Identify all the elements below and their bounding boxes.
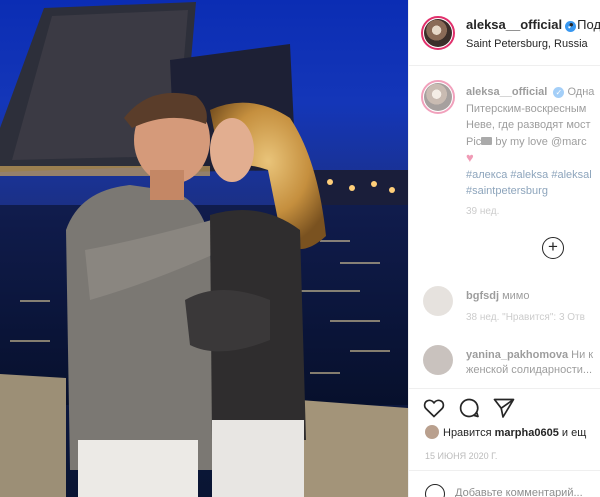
post-actions xyxy=(409,388,600,424)
comment-meta[interactable]: 38 нед. "Нравится": 3 Отв xyxy=(466,312,585,323)
post-photo[interactable] xyxy=(0,0,408,497)
send-icon[interactable] xyxy=(492,396,516,420)
comment-text: Ни к xyxy=(571,349,594,361)
liker-avatar xyxy=(425,425,439,439)
heart-icon[interactable] xyxy=(422,396,446,420)
caption-line-2: Питерским-воскресным xyxy=(466,102,587,115)
comment-username-text[interactable]: bgfsdj xyxy=(466,290,499,302)
comment-avatar[interactable] xyxy=(423,345,453,375)
heart-emoji-icon: ♥ xyxy=(466,150,474,165)
post-date[interactable]: 15 ИЮНЯ 2020 Г. xyxy=(425,451,497,461)
post-location[interactable]: Saint Petersburg, Russia xyxy=(466,38,588,50)
photo-scene xyxy=(0,0,408,497)
author-avatar[interactable] xyxy=(421,16,455,50)
likes-prefix: Нравится xyxy=(443,427,495,439)
caption-time[interactable]: 39 нед. xyxy=(466,206,499,217)
caption-hashtags-1[interactable]: #алекса #aleksa #aleksal xyxy=(466,167,600,184)
post-side-panel: aleksa__official ✓ • Под Saint Petersburg… xyxy=(408,0,600,497)
add-comment-input[interactable]: Добавьте комментарий... xyxy=(455,487,583,497)
follow-button[interactable]: • Под xyxy=(569,17,600,32)
add-comment-bar: Добавьте комментарий... xyxy=(409,470,600,497)
author-username-text[interactable]: aleksa__official xyxy=(466,17,562,32)
likes-summary[interactable]: Нравится marpha0605 и ещ xyxy=(425,425,586,439)
comment-username[interactable]: bgfsdj мимо xyxy=(466,290,529,302)
plus-circle-icon[interactable]: + xyxy=(542,237,564,259)
emoji-icon[interactable] xyxy=(425,484,445,497)
caption-line-4-prefix: Pic xyxy=(466,135,482,148)
comment-username-text[interactable]: yanina_pakhomova xyxy=(466,349,568,361)
caption-username[interactable]: aleksa__official xyxy=(466,86,547,98)
caption-line-3: Неве, где разводят мост xyxy=(466,119,591,131)
caption-line-1: Одна xyxy=(567,86,595,98)
comment-icon[interactable] xyxy=(457,396,481,420)
caption-text: aleksa__official ✓ Одна Питерским-воскре… xyxy=(466,84,600,200)
verified-badge-icon: ✓ xyxy=(553,87,565,98)
author-username[interactable]: aleksa__official ✓ xyxy=(466,17,577,32)
comment-text: мимо xyxy=(502,290,530,302)
post-header: aleksa__official ✓ • Под Saint Petersburg… xyxy=(409,0,600,66)
comment-item: bgfsdj мимо 38 нед. "Нравится": 3 Отв xyxy=(409,286,600,336)
camera-emoji-icon xyxy=(481,136,493,145)
comment-avatar[interactable] xyxy=(423,286,453,316)
comment-text-line-2: женской солидарности... xyxy=(466,364,593,376)
caption-hashtags-2[interactable]: #saintpetersburg xyxy=(466,183,600,200)
caption-author-avatar[interactable] xyxy=(421,80,455,114)
comment-username[interactable]: yanina_pakhomova Ни к xyxy=(466,349,593,361)
liker-username[interactable]: marpha0605 xyxy=(495,427,559,439)
caption-line-4-suffix: by my love @marc xyxy=(492,135,587,148)
likes-suffix: и ещ xyxy=(558,427,587,439)
